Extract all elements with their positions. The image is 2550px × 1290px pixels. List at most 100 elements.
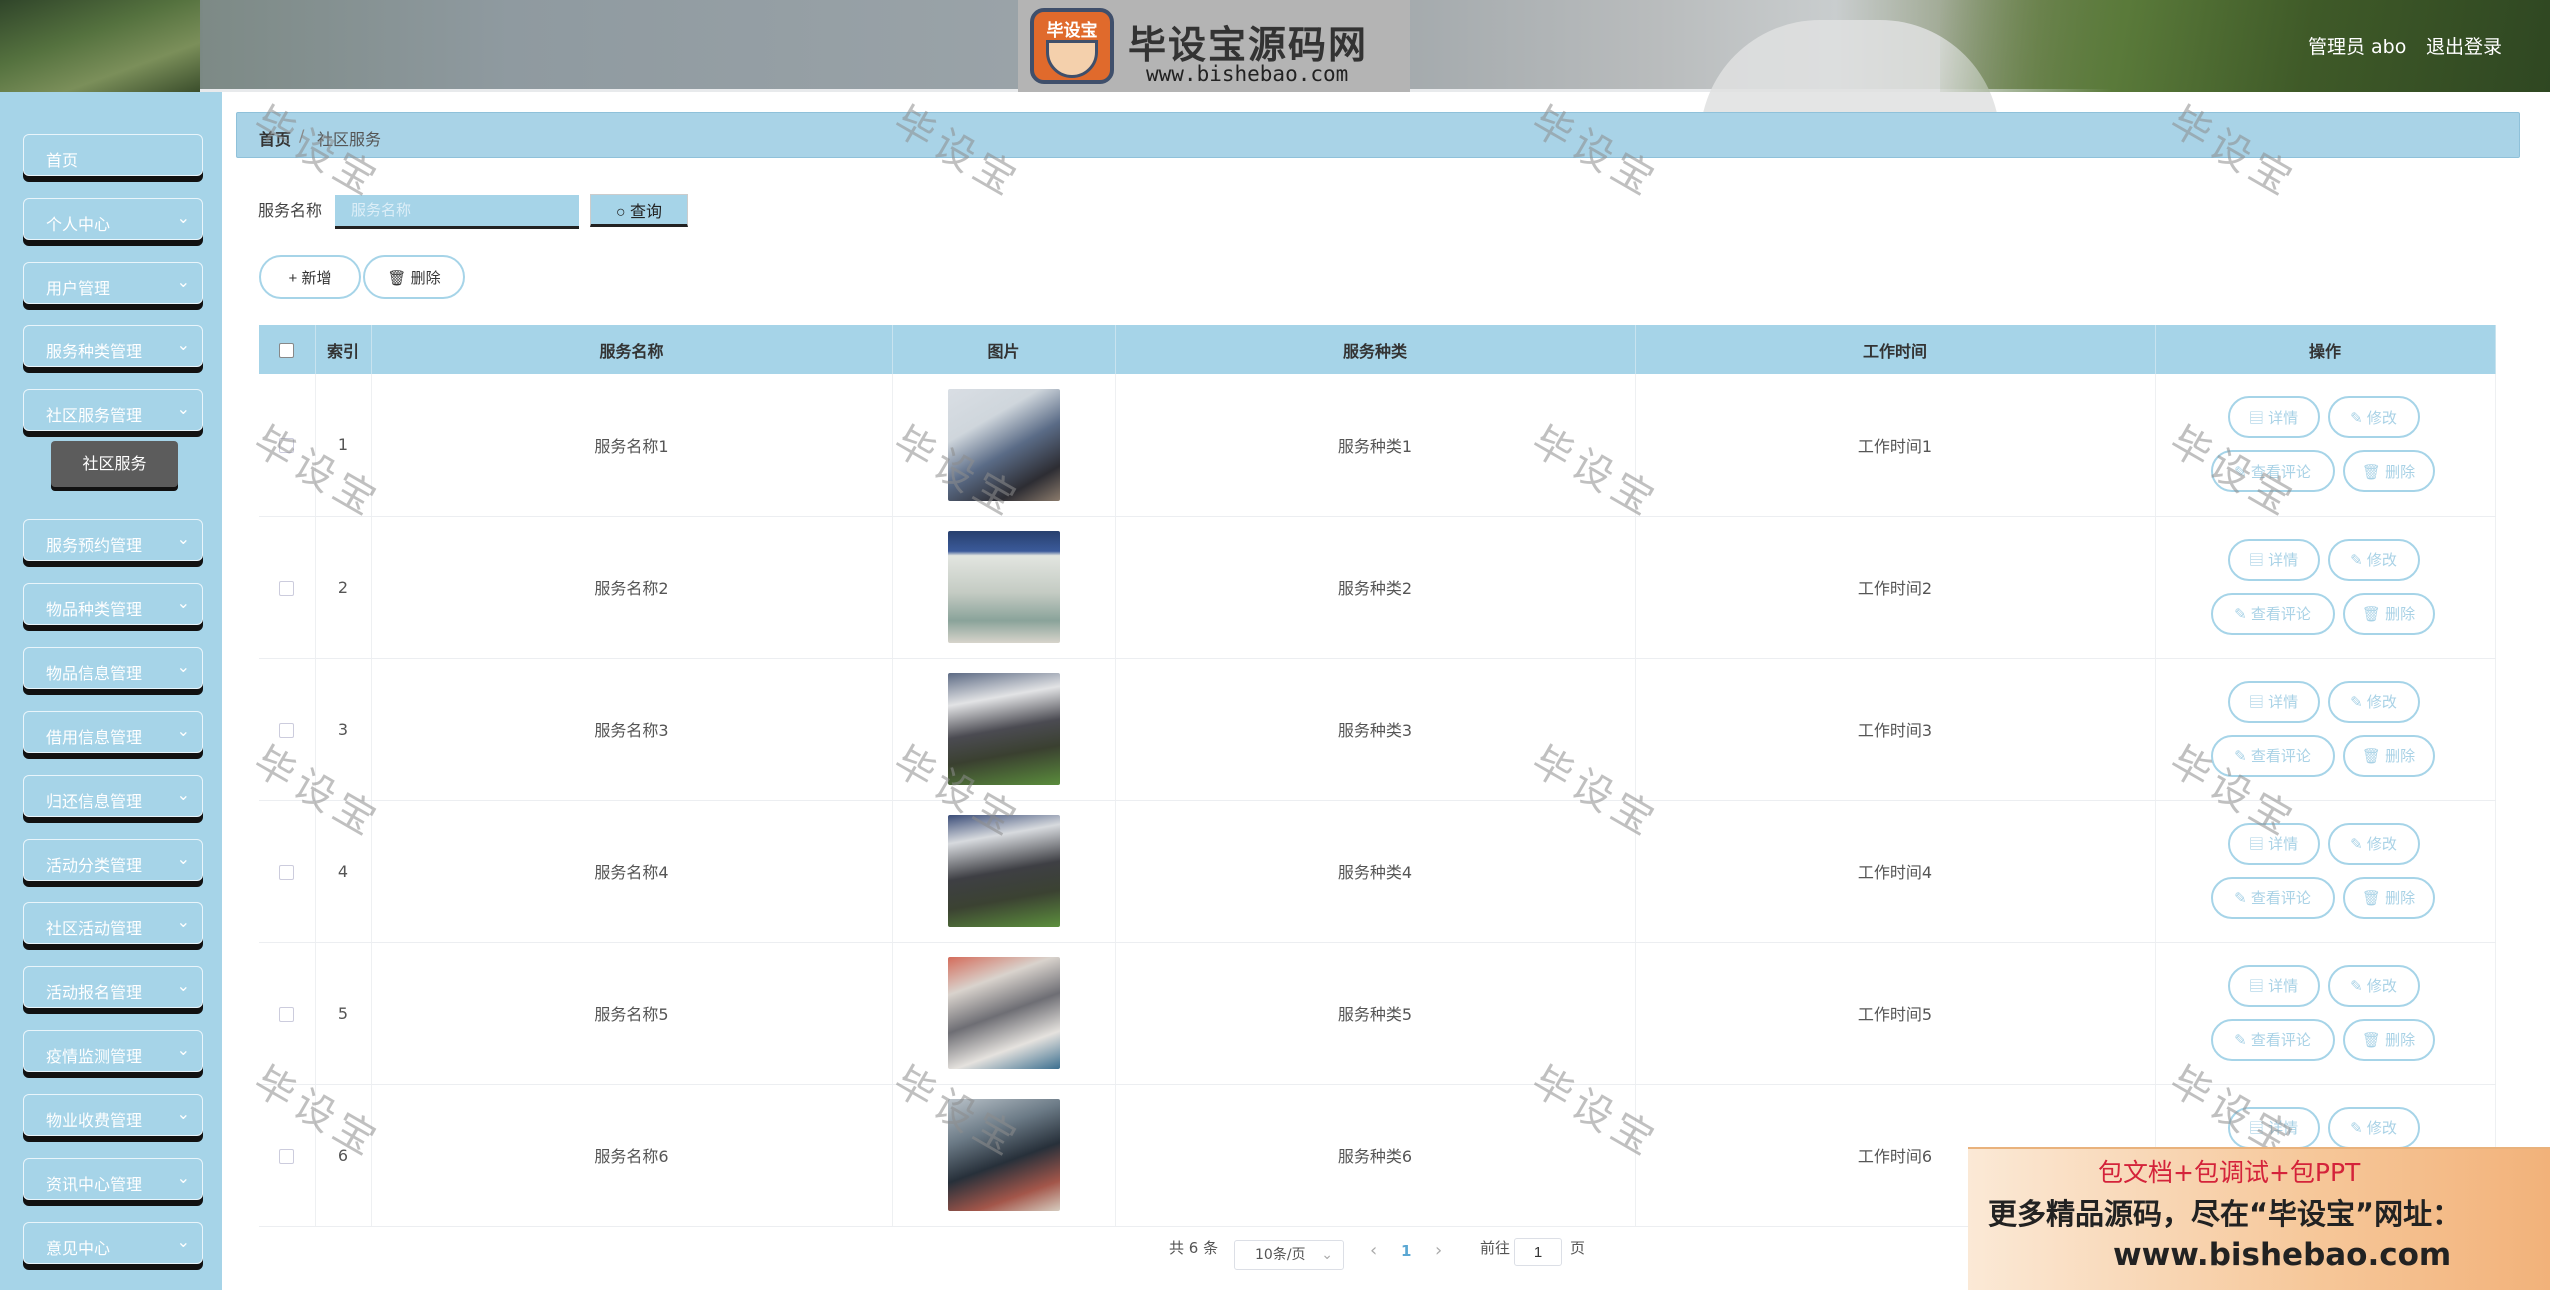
- service-image[interactable]: [947, 388, 1060, 501]
- table-row: 2 服务名称2 服务种类2 工作时间2 ▤ 详情 ✎ 修改 ✎ 查看评论 🗑 删除: [259, 516, 2496, 659]
- view-comments-button[interactable]: ✎ 查看评论: [2210, 450, 2335, 492]
- row-service-kind: 服务种类1: [1115, 374, 1636, 517]
- sidebar-item[interactable]: 社区活动管理 ⌄: [23, 902, 203, 944]
- service-image[interactable]: [947, 815, 1060, 927]
- row-checkbox[interactable]: [279, 1148, 295, 1164]
- service-table: 索引 服务名称 图片 服务种类 工作时间 操作 1 服务名称1 服务种类1 工作时间1…: [259, 325, 2496, 1227]
- bulk-delete-button-label: 删除: [410, 269, 441, 287]
- breadcrumb-current: 社区服务: [317, 130, 382, 149]
- row-delete-button-label: 删除: [2385, 890, 2416, 907]
- service-image[interactable]: [947, 531, 1060, 643]
- sidebar-item[interactable]: 服务预约管理 ⌄: [23, 519, 203, 561]
- detail-button[interactable]: ▤ 详情: [2227, 964, 2320, 1007]
- edit-button[interactable]: ✎ 修改: [2327, 396, 2420, 438]
- sidebar-item[interactable]: 资讯中心管理 ⌄: [23, 1158, 203, 1200]
- detail-button[interactable]: ▤ 详情: [2227, 822, 2320, 865]
- logout-link[interactable]: 退出登录: [2426, 32, 2502, 59]
- select-all-header: [259, 325, 316, 374]
- document-icon: ▤: [2248, 978, 2264, 995]
- sidebar-item[interactable]: 物业收费管理 ⌄: [23, 1094, 203, 1136]
- row-checkbox[interactable]: [279, 580, 295, 596]
- chevron-down-icon: ⌄: [176, 529, 190, 548]
- row-service-name: 服务名称3: [371, 658, 893, 801]
- query-button[interactable]: ○ 查询: [590, 194, 688, 227]
- edit-button[interactable]: ✎ 修改: [2327, 822, 2420, 865]
- edit-button[interactable]: ✎ 修改: [2327, 680, 2420, 723]
- row-select-cell: [259, 800, 316, 943]
- sidebar-item[interactable]: 活动报名管理 ⌄: [23, 966, 203, 1008]
- row-delete-button[interactable]: 🗑 删除: [2342, 734, 2435, 777]
- sidebar-item[interactable]: 意见中心 ⌄: [23, 1222, 203, 1264]
- sidebar-item-label: 用户管理: [46, 279, 111, 298]
- table-row: 3 服务名称3 服务种类3 工作时间3 ▤ 详情 ✎ 修改 ✎ 查看评论 🗑 删除: [259, 658, 2496, 801]
- add-button[interactable]: + 新增: [259, 255, 361, 299]
- chevron-down-icon: ⌄: [176, 1040, 190, 1059]
- row-delete-button[interactable]: 🗑 删除: [2342, 592, 2435, 635]
- promo-banner: 包文档+包调试+包PPT 更多精品源码，尽在“毕设宝”网址： www.bishe…: [1968, 1147, 2550, 1290]
- row-service-name: 服务名称1: [371, 374, 893, 517]
- row-service-kind: 服务种类4: [1115, 800, 1636, 943]
- pencil-icon: ✎: [2350, 836, 2363, 853]
- pencil-icon: ✎: [2234, 890, 2247, 907]
- row-checkbox[interactable]: [279, 722, 295, 738]
- service-image[interactable]: [947, 673, 1060, 785]
- row-delete-button[interactable]: 🗑 删除: [2342, 1018, 2435, 1061]
- sidebar-item[interactable]: 物品种类管理 ⌄: [23, 583, 203, 625]
- detail-button[interactable]: ▤ 详情: [2227, 396, 2320, 438]
- pagination-total: 共 6 条: [1169, 1239, 1219, 1257]
- column-header-actions: 操作: [2155, 325, 2496, 374]
- page-number-current[interactable]: 1: [1401, 1242, 1411, 1260]
- row-index: 4: [315, 800, 372, 943]
- sidebar-item[interactable]: 首页: [23, 134, 203, 176]
- sidebar-item[interactable]: 服务种类管理 ⌄: [23, 325, 203, 367]
- breadcrumb-home[interactable]: 首页: [259, 126, 291, 150]
- detail-button[interactable]: ▤ 详情: [2227, 680, 2320, 723]
- service-image[interactable]: [947, 957, 1060, 1069]
- row-checkbox[interactable]: [279, 864, 295, 880]
- view-comments-button[interactable]: ✎ 查看评论: [2210, 876, 2335, 919]
- sidebar-item[interactable]: 个人中心 ⌄: [23, 198, 203, 240]
- goto-page-input[interactable]: [1514, 1238, 1562, 1266]
- row-image-cell: [892, 374, 1116, 517]
- sidebar-item[interactable]: 社区服务管理 ⌄: [23, 389, 203, 431]
- sidebar-item-label: 资讯中心管理: [46, 1175, 143, 1194]
- row-delete-button-label: 删除: [2385, 463, 2416, 481]
- next-page-icon[interactable]: ›: [1435, 1240, 1442, 1261]
- sidebar-item-label: 意见中心: [46, 1239, 111, 1258]
- view-comments-button-label: 查看评论: [2250, 606, 2311, 623]
- detail-button[interactable]: ▤ 详情: [2227, 538, 2320, 581]
- sidebar-item[interactable]: 物品信息管理 ⌄: [23, 647, 203, 689]
- sidebar-item[interactable]: 归还信息管理 ⌄: [23, 775, 203, 817]
- sidebar-item[interactable]: 借用信息管理 ⌄: [23, 711, 203, 753]
- sidebar-item-label: 物业收费管理: [46, 1111, 143, 1130]
- view-comments-button[interactable]: ✎ 查看评论: [2210, 1018, 2335, 1061]
- sidebar-subitem-community-service[interactable]: 社区服务: [51, 441, 178, 487]
- view-comments-button-label: 查看评论: [2250, 463, 2311, 481]
- sidebar-item[interactable]: 用户管理 ⌄: [23, 262, 203, 304]
- view-comments-button[interactable]: ✎ 查看评论: [2210, 592, 2335, 635]
- service-image[interactable]: [947, 1099, 1060, 1211]
- edit-button[interactable]: ✎ 修改: [2327, 1106, 2420, 1149]
- breadcrumb-separator: /: [299, 126, 305, 145]
- sidebar-item[interactable]: 疫情监测管理 ⌄: [23, 1030, 203, 1072]
- edit-button[interactable]: ✎ 修改: [2327, 964, 2420, 1007]
- detail-button[interactable]: ▤ 详情: [2227, 1106, 2320, 1149]
- pencil-icon: ✎: [2350, 552, 2363, 569]
- row-delete-button[interactable]: 🗑 删除: [2342, 876, 2435, 919]
- edit-button[interactable]: ✎ 修改: [2327, 538, 2420, 581]
- bulk-delete-button[interactable]: 🗑 删除: [363, 255, 465, 299]
- prev-page-icon[interactable]: ‹: [1370, 1240, 1377, 1261]
- row-delete-button[interactable]: 🗑 删除: [2342, 450, 2435, 492]
- view-comments-button[interactable]: ✎ 查看评论: [2210, 734, 2335, 777]
- select-all-checkbox[interactable]: [279, 343, 295, 358]
- logo-title: 毕设宝源码网: [1128, 23, 1369, 67]
- row-checkbox[interactable]: [279, 1006, 295, 1022]
- page-size-select[interactable]: 10条/页 ⌄: [1234, 1240, 1344, 1270]
- table-row: 5 服务名称5 服务种类5 工作时间5 ▤ 详情 ✎ 修改 ✎ 查看评论 🗑 删除: [259, 942, 2496, 1085]
- sidebar-item[interactable]: 活动分类管理 ⌄: [23, 839, 203, 881]
- document-icon: ▤: [2248, 1120, 2264, 1137]
- search-input[interactable]: [335, 195, 579, 229]
- row-checkbox[interactable]: [279, 438, 295, 454]
- promo-line-2: 更多精品源码，尽在“毕设宝”网址：: [1988, 1197, 2462, 1231]
- row-delete-button-label: 删除: [2385, 1032, 2416, 1049]
